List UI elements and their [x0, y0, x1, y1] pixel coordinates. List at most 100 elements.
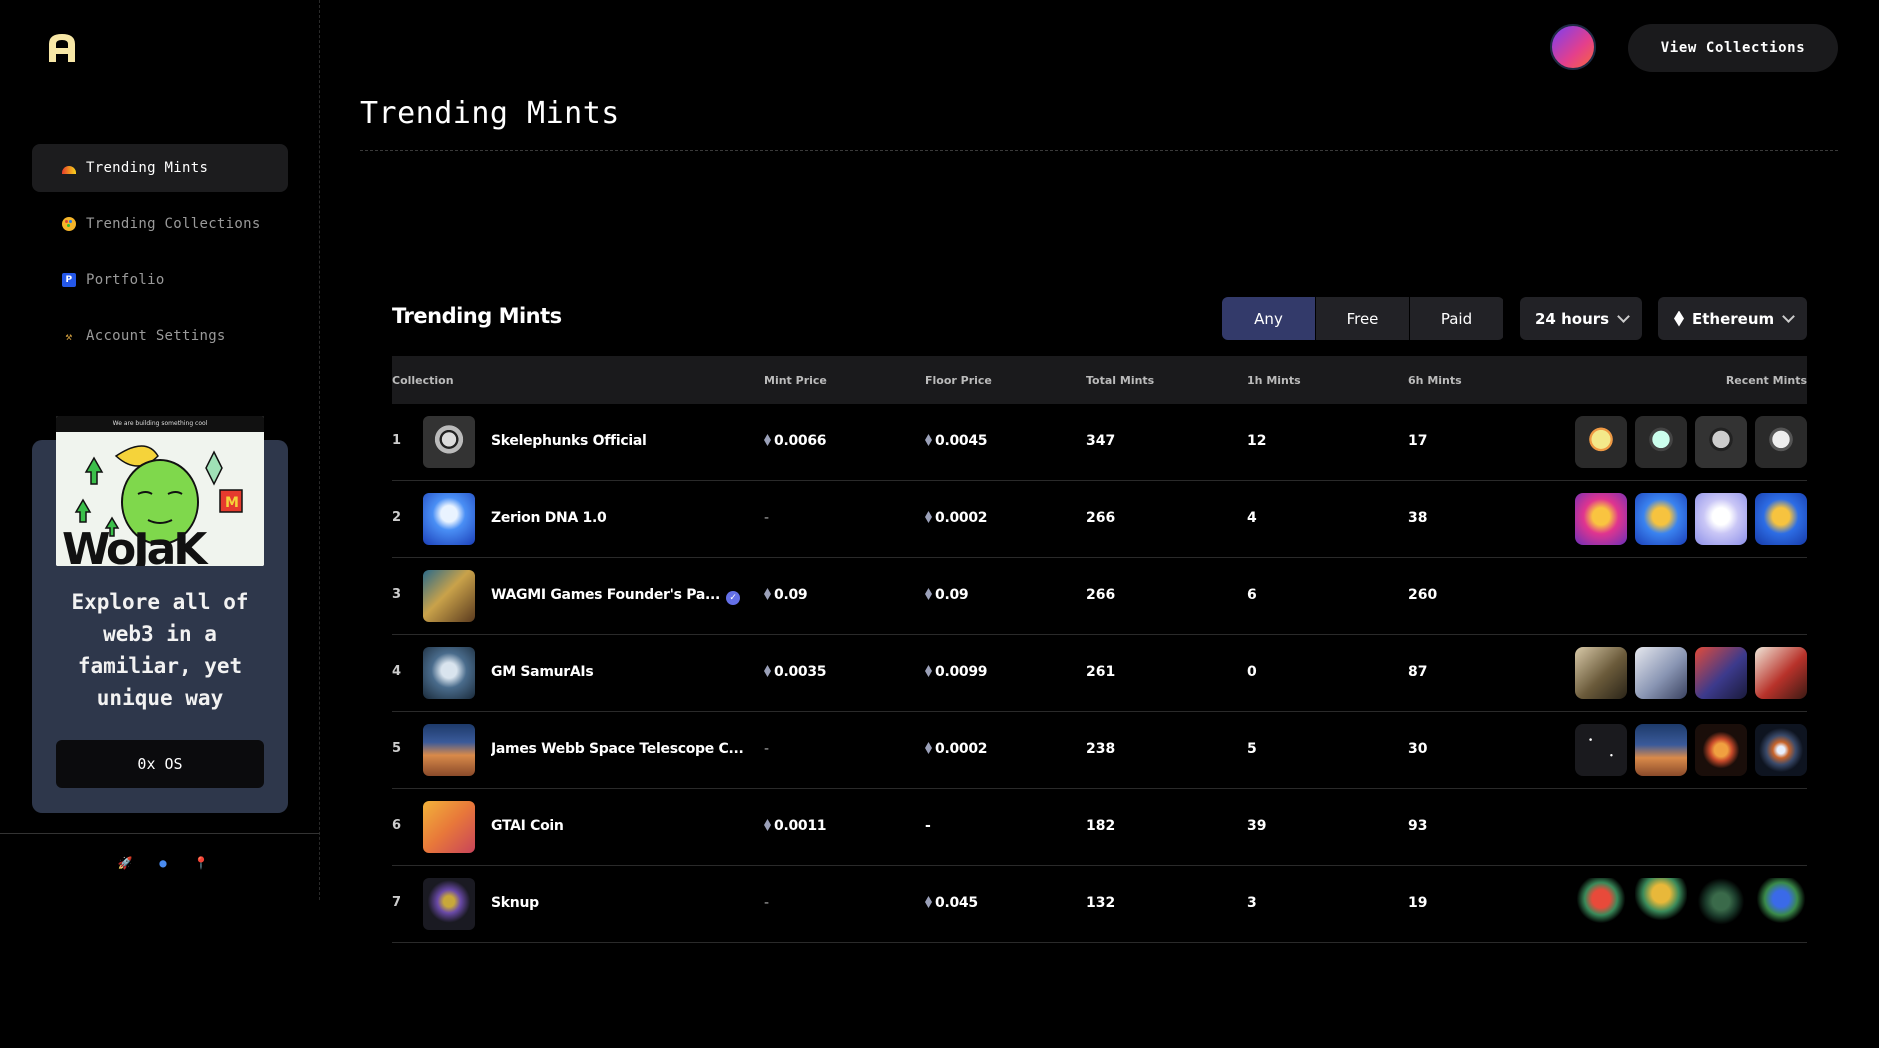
filter-paid-button[interactable]: Paid	[1410, 297, 1503, 340]
time-range-dropdown[interactable]: 24 hours	[1520, 297, 1642, 340]
recent-mint-thumbnail[interactable]	[1575, 493, 1627, 545]
os-button[interactable]: 0x OS	[56, 740, 264, 788]
palette-icon	[62, 217, 76, 231]
mint-price: 0.0035	[764, 664, 827, 680]
mint-price-value: 0.0066	[774, 433, 827, 449]
column-header-1h-mints[interactable]: 1h Mints	[1247, 374, 1301, 387]
recent-mint-thumbnail[interactable]	[1695, 647, 1747, 699]
recent-mint-thumbnail[interactable]	[1635, 878, 1687, 930]
recent-mint-thumbnail[interactable]	[1755, 878, 1807, 930]
chain-dropdown[interactable]: Ethereum	[1658, 297, 1807, 340]
row-rank: 6	[392, 818, 402, 833]
recent-mint-thumbnail[interactable]	[1635, 647, 1687, 699]
filter-any-button[interactable]: Any	[1222, 297, 1315, 340]
table-row[interactable]: 6 GTAI Coin 0.0011 - 182 39 93	[392, 789, 1807, 866]
floor-price: 0.09	[925, 587, 969, 603]
recent-mint-thumbnail[interactable]	[1755, 416, 1807, 468]
collection-name-text: GTAI Coin	[491, 818, 564, 834]
pin-icon[interactable]: 📍	[194, 856, 209, 870]
promo-image: We are building something cool M WoJaK	[56, 416, 264, 566]
floor-price-value: 0.0002	[935, 741, 988, 757]
sidebar-item-portfolio[interactable]: P Portfolio	[32, 256, 288, 304]
title-divider	[360, 150, 1838, 151]
mint-price: -	[764, 741, 769, 757]
row-rank: 1	[392, 433, 402, 448]
total-mints: 266	[1086, 587, 1116, 603]
sidebar-item-trending-collections[interactable]: Trending Collections	[32, 200, 288, 248]
table-row[interactable]: 7 Sknup - 0.045 132 3 19	[392, 866, 1807, 943]
promo-card: We are building something cool M WoJaK E…	[32, 416, 288, 813]
mints-6h: 17	[1408, 433, 1428, 449]
column-header-6h-mints[interactable]: 6h Mints	[1408, 374, 1462, 387]
user-avatar[interactable]	[1550, 24, 1596, 70]
collection-name[interactable]: GTAI Coin	[491, 818, 746, 834]
eth-icon	[764, 665, 771, 677]
sidebar-item-account-settings[interactable]: ⚒ Account Settings	[32, 312, 288, 360]
collection-thumbnail	[423, 647, 475, 699]
recent-mint-thumbnail[interactable]	[1695, 724, 1747, 776]
view-collections-button[interactable]: View Collections	[1628, 24, 1838, 72]
recent-mint-thumbnail[interactable]	[1635, 724, 1687, 776]
recent-mint-thumbnail[interactable]	[1755, 724, 1807, 776]
floor-price-value: 0.0045	[935, 433, 988, 449]
floor-price-value: 0.0002	[935, 510, 988, 526]
column-header-collection[interactable]: Collection	[392, 374, 454, 387]
column-header-total-mints[interactable]: Total Mints	[1086, 374, 1154, 387]
table-row[interactable]: 1 Skelephunks Official 0.0066 0.0045 347…	[392, 404, 1807, 481]
table-row[interactable]: 5 James Webb Space Telescope C... - 0.00…	[392, 712, 1807, 789]
price-filter: Any Free Paid	[1222, 297, 1504, 340]
recent-mint-thumbnail[interactable]	[1575, 647, 1627, 699]
sidebar-item-trending-mints[interactable]: Trending Mints	[32, 144, 288, 192]
eth-icon	[764, 819, 771, 831]
recent-mint-thumbnail[interactable]	[1575, 878, 1627, 930]
collection-name[interactable]: GM SamurAIs	[491, 664, 746, 680]
filter-free-button[interactable]: Free	[1316, 297, 1409, 340]
recent-mint-thumbnail[interactable]	[1575, 416, 1627, 468]
mint-price-value: -	[764, 895, 769, 911]
collection-name[interactable]: Zerion DNA 1.0	[491, 510, 746, 526]
column-header-mint-price[interactable]: Mint Price	[764, 374, 827, 387]
collection-name[interactable]: Skelephunks Official	[491, 433, 746, 449]
recent-mint-thumbnail[interactable]	[1695, 493, 1747, 545]
recent-mint-thumbnail[interactable]	[1635, 416, 1687, 468]
collection-name[interactable]: James Webb Space Telescope C...	[491, 741, 746, 757]
recent-mints	[1575, 493, 1807, 545]
mints-6h: 19	[1408, 895, 1428, 911]
row-rank: 3	[392, 587, 402, 602]
recent-mint-thumbnail[interactable]	[1695, 878, 1747, 930]
collection-name[interactable]: Sknup	[491, 895, 746, 911]
table-row[interactable]: 3 WAGMI Games Founder's Pa... ✓ 0.09 0.09…	[392, 558, 1807, 635]
mint-price-value: 0.09	[774, 587, 808, 603]
recent-mint-thumbnail[interactable]	[1635, 493, 1687, 545]
discord-icon[interactable]: ●	[156, 856, 170, 870]
eth-icon	[925, 434, 932, 446]
mints-6h: 93	[1408, 818, 1428, 834]
recent-mint-thumbnail[interactable]	[1575, 724, 1627, 776]
mints-1h: 5	[1247, 741, 1257, 757]
table-row[interactable]: 2 Zerion DNA 1.0 - 0.0002 266 4 38	[392, 481, 1807, 558]
social-links: 🚀 ● 📍	[118, 856, 209, 870]
total-mints: 266	[1086, 510, 1116, 526]
rocket-icon[interactable]: 🚀	[118, 856, 133, 870]
collection-thumbnail	[423, 724, 475, 776]
app-logo-icon[interactable]	[44, 30, 80, 66]
recent-mint-thumbnail[interactable]	[1755, 647, 1807, 699]
sidebar-footer: 🚀 ● 📍	[0, 833, 320, 893]
table-title: Trending Mints	[392, 304, 562, 328]
collection-name[interactable]: WAGMI Games Founder's Pa... ✓	[491, 587, 746, 605]
table-row[interactable]: 4 GM SamurAIs 0.0035 0.0099 261 0 87	[392, 635, 1807, 712]
collection-name-text: WAGMI Games Founder's Pa...	[491, 587, 721, 603]
floor-price: 0.0045	[925, 433, 988, 449]
column-header-floor-price[interactable]: Floor Price	[925, 374, 992, 387]
column-header-recent-mints: Recent Mints	[1725, 374, 1807, 387]
recent-mints	[1575, 878, 1807, 930]
recent-mint-thumbnail[interactable]	[1755, 493, 1807, 545]
mint-price: -	[764, 895, 769, 911]
sidebar-item-label: Account Settings	[86, 328, 226, 344]
floor-price-value: 0.045	[935, 895, 978, 911]
mints-6h: 30	[1408, 741, 1428, 757]
recent-mint-thumbnail[interactable]	[1695, 416, 1747, 468]
mints-6h: 87	[1408, 664, 1428, 680]
collection-thumbnail	[423, 493, 475, 545]
mints-1h: 0	[1247, 664, 1257, 680]
